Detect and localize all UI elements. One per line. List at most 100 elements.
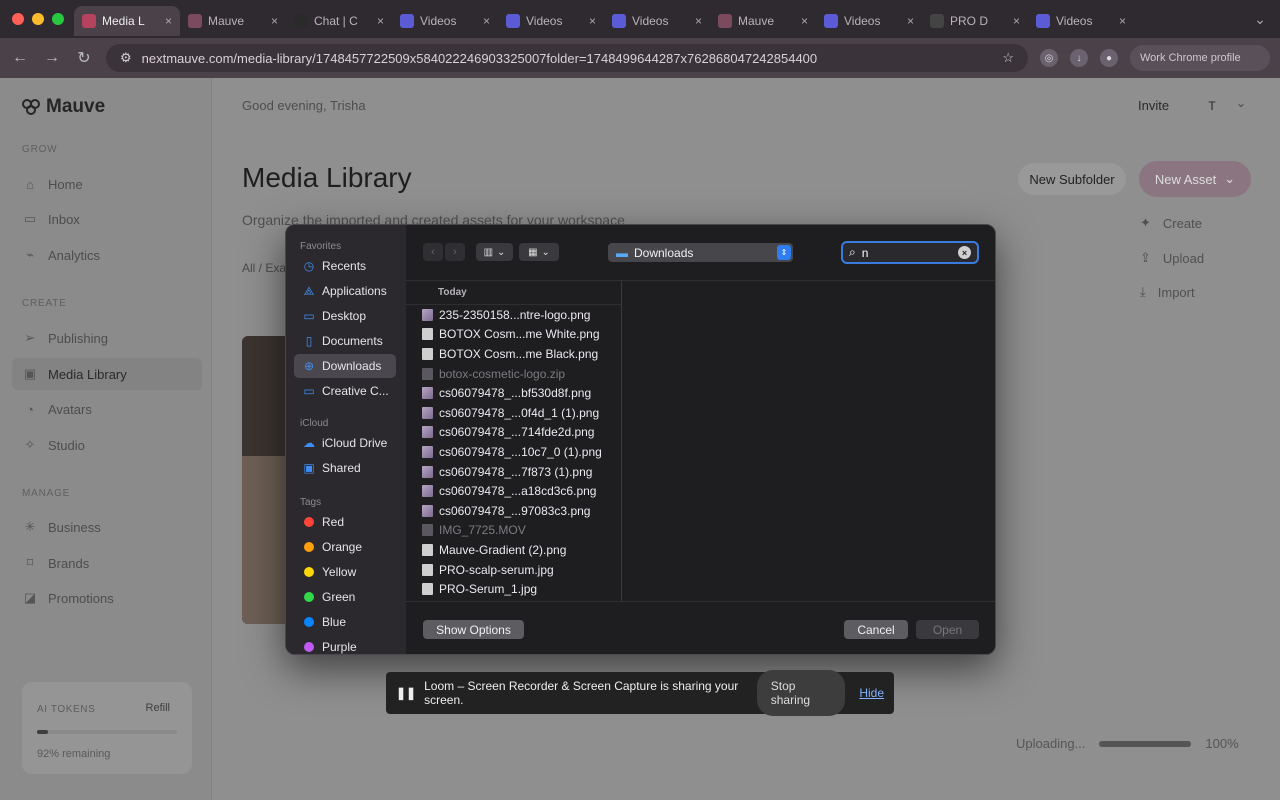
profile-icon[interactable]: ● — [1100, 49, 1118, 67]
file-row[interactable]: cs06079478_...0f4d_1 (1).png — [406, 403, 621, 423]
new-subfolder-button[interactable]: New Subfolder — [1018, 163, 1126, 195]
browser-tab[interactable]: Videos × — [604, 6, 710, 36]
file-row[interactable]: BOTOX Cosm...me White.png — [406, 325, 621, 345]
sidebar-location-item[interactable]: ▭ Desktop — [294, 304, 396, 328]
file-row[interactable]: cs06079478_...10c7_0 (1).png — [406, 442, 621, 462]
reload-icon[interactable]: ↻ — [74, 48, 94, 68]
menu-item-create[interactable]: ✦ Create — [1140, 211, 1202, 235]
search-input[interactable]: ⌕ n × — [841, 241, 979, 264]
browser-tab[interactable]: Mauve × — [180, 6, 286, 36]
avatar[interactable]: T — [1200, 94, 1224, 118]
sidebar-location-item[interactable]: ◷ Recents — [294, 254, 396, 278]
back-icon[interactable]: ‹ — [423, 243, 443, 261]
sidebar-item-publishing[interactable]: ➢ Publishing — [12, 322, 202, 354]
section-label-manage: MANAGE — [22, 488, 71, 499]
minimize-window-button[interactable] — [32, 13, 44, 25]
close-tab-icon[interactable]: × — [1013, 14, 1020, 28]
tag-item[interactable]: Green — [294, 585, 396, 609]
file-row[interactable]: cs06079478_...bf530d8f.png — [406, 383, 621, 403]
browser-tab[interactable]: Media L × — [74, 6, 180, 36]
browser-tab[interactable]: Videos × — [498, 6, 604, 36]
sidebar-location-item[interactable]: ⟁ Applications — [294, 279, 396, 303]
columns-icon: ▥ — [483, 246, 494, 258]
sidebar-location-item[interactable]: ⊕ Downloads — [294, 354, 396, 378]
sidebar-item-brands[interactable]: ⌑ Brands — [12, 547, 202, 579]
sidebar-item-media-library[interactable]: ▣ Media Library — [12, 358, 202, 390]
site-info-icon[interactable]: ⚙ — [120, 50, 132, 66]
location-select[interactable]: ▬ Downloads ⇕ — [608, 243, 793, 262]
tag-item[interactable]: Red — [294, 510, 396, 534]
group-view-toggle[interactable]: ▦ ⌄ — [519, 243, 559, 261]
close-tab-icon[interactable]: × — [1119, 14, 1126, 28]
menu-item-upload[interactable]: ⇪ Upload — [1140, 246, 1204, 270]
close-tab-icon[interactable]: × — [271, 14, 278, 28]
sidebar-item-home[interactable]: ⌂ Home — [12, 168, 202, 200]
hide-link[interactable]: Hide — [859, 686, 884, 700]
file-row[interactable]: PRO-scalp-serum.jpg — [406, 560, 621, 580]
sidebar-item-inbox[interactable]: ▭ Inbox — [12, 203, 202, 235]
file-row[interactable]: BOTOX Cosm...me Black.png — [406, 344, 621, 364]
close-tab-icon[interactable]: × — [907, 14, 914, 28]
sidebar-item-business[interactable]: ✳ Business — [12, 511, 202, 543]
tag-item[interactable]: Orange — [294, 535, 396, 559]
close-tab-icon[interactable]: × — [377, 14, 384, 28]
sidebar-item-studio[interactable]: ✧ Studio — [12, 429, 202, 461]
close-tab-icon[interactable]: × — [483, 14, 490, 28]
maximize-window-button[interactable] — [52, 13, 64, 25]
cancel-button[interactable]: Cancel — [844, 620, 908, 639]
refill-button[interactable]: Refill — [146, 702, 170, 714]
browser-tab[interactable]: Chat | C × — [286, 6, 392, 36]
extension-icon[interactable]: ◎ — [1040, 49, 1058, 67]
browser-tab[interactable]: Videos × — [392, 6, 498, 36]
browser-tab[interactable]: Mauve × — [710, 6, 816, 36]
browser-tab[interactable]: Videos × — [816, 6, 922, 36]
close-window-button[interactable] — [12, 13, 24, 25]
sidebar-item-analytics[interactable]: ⌁ Analytics — [12, 239, 202, 271]
sidebar-location-item[interactable]: ☁ iCloud Drive — [294, 431, 396, 455]
browser-tab[interactable]: Videos × — [1028, 6, 1134, 36]
tab-search-icon[interactable]: ⌄ — [1240, 11, 1280, 28]
file-row[interactable]: 235-2350158...ntre-logo.png — [406, 305, 621, 325]
close-tab-icon[interactable]: × — [801, 14, 808, 28]
file-row[interactable]: cs06079478_...7f873 (1).png — [406, 462, 621, 482]
open-button[interactable]: Open — [916, 620, 979, 639]
new-asset-button[interactable]: New Asset ⌄ — [1139, 161, 1251, 197]
forward-icon[interactable]: › — [445, 243, 465, 261]
breadcrumb[interactable]: All / Exa — [242, 261, 286, 275]
stop-sharing-button[interactable]: Stop sharing — [756, 670, 846, 716]
sidebar-location-item[interactable]: ▯ Documents — [294, 329, 396, 353]
tag-item[interactable]: Yellow — [294, 560, 396, 584]
pause-icon[interactable]: ❚❚ — [396, 686, 416, 700]
show-options-button[interactable]: Show Options — [423, 620, 524, 639]
forward-icon[interactable]: → — [42, 49, 62, 67]
sidebar-location-item[interactable]: ▭ Creative C... — [294, 379, 396, 403]
profile-pill[interactable]: Work Chrome profile — [1130, 45, 1270, 71]
tag-item[interactable]: Blue — [294, 610, 396, 634]
menu-item-import[interactable]: ⤓ Import — [1140, 280, 1195, 304]
tab-title: Chat | C — [314, 14, 358, 28]
close-tab-icon[interactable]: × — [589, 14, 596, 28]
file-row[interactable]: PRO-Serum_1.jpg — [406, 579, 621, 599]
column-view-toggle[interactable]: ▥ ⌄ — [476, 243, 513, 261]
chevron-down-icon[interactable]: ⌄ — [1236, 96, 1246, 110]
close-tab-icon[interactable]: × — [695, 14, 702, 28]
file-row[interactable]: Mauve-Gradient (2).png — [406, 540, 621, 560]
bookmark-star-icon[interactable]: ☆ — [1002, 50, 1014, 66]
back-icon[interactable]: ← — [10, 49, 30, 67]
download-icon[interactable]: ↓ — [1070, 49, 1088, 67]
sidebar-item-avatars[interactable]: ◔ Avatars — [12, 393, 202, 425]
media-thumbnail[interactable] — [242, 336, 287, 624]
address-bar[interactable]: ⚙ nextmauve.com/media-library/1748457722… — [106, 44, 1028, 72]
sidebar-item-promotions[interactable]: ◪ Promotions — [12, 582, 202, 614]
file-thumbnail-icon — [422, 328, 433, 341]
file-row[interactable]: cs06079478_...a18cd3c6.png — [406, 481, 621, 501]
tag-item[interactable]: Purple — [294, 635, 396, 654]
clear-search-icon[interactable]: × — [958, 246, 971, 259]
browser-tab[interactable]: PRO D × — [922, 6, 1028, 36]
file-row[interactable]: cs06079478_...97083c3.png — [406, 501, 621, 521]
brand-logo[interactable]: Mauve — [22, 96, 105, 118]
invite-button[interactable]: Invite — [1138, 98, 1169, 113]
file-row[interactable]: cs06079478_...714fde2d.png — [406, 423, 621, 443]
sidebar-location-item[interactable]: ▣ Shared — [294, 456, 396, 480]
close-tab-icon[interactable]: × — [165, 14, 172, 28]
